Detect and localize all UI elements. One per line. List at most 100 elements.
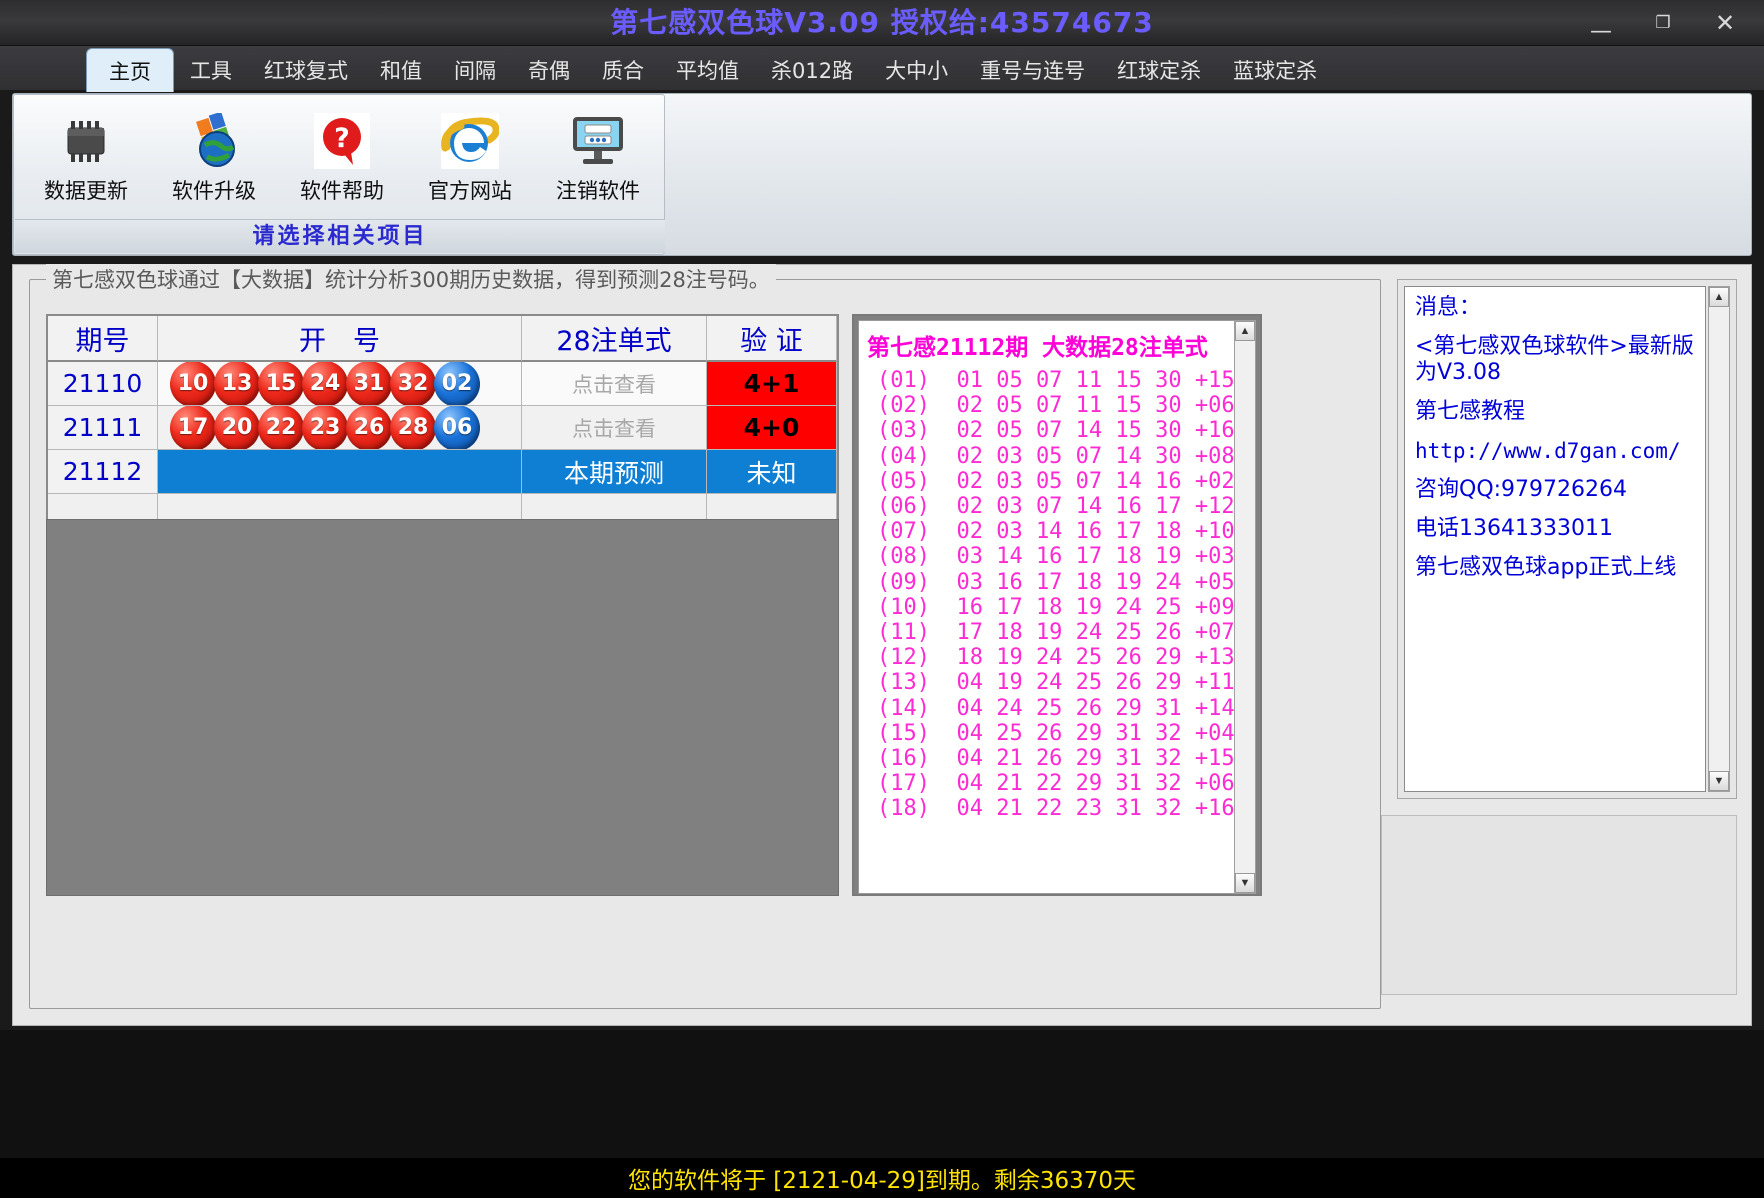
menu-tab-4[interactable]: 间隔 [438,50,512,90]
prediction-line-5: (06) 02 03 07 14 16 17 +12 [859,494,1235,519]
prediction-line-10: (11) 17 18 19 24 25 26 +07 [859,620,1235,645]
message-scrollbar[interactable]: ▲ ▼ [1708,286,1730,792]
menu-tab-5[interactable]: 奇偶 [512,50,586,90]
red-ball: 17 [170,406,216,450]
prediction-line-8: (09) 03 16 17 18 19 24 +05 [859,570,1235,595]
red-ball: 10 [170,362,216,406]
empty-results-area [46,519,839,896]
menu-tab-1[interactable]: 工具 [174,50,248,90]
chip-icon [58,110,114,172]
monitor-logout-icon [569,110,627,172]
window-title: 第七感双色球V3.09 授权给:43574673 [0,0,1764,46]
cell-draw-balls: 10131524313202 [158,362,522,406]
prediction-list-title: 第七感21112期 大数据28注单式 [859,321,1235,368]
header-issue: 期号 [48,316,158,362]
toolbar-item-label: 注销软件 [556,175,640,205]
blue-ball: 06 [434,406,480,450]
table-header-row: 期号 开 号 28注单式 验 证 [48,316,837,362]
close-icon[interactable]: ✕ [1712,9,1738,37]
cell-28-single[interactable]: 点击查看 [522,362,707,406]
scroll-down-icon[interactable]: ▼ [1235,873,1255,893]
message-title: 消息： [1415,295,1697,321]
prediction-line-13: (14) 04 24 25 26 29 31 +14 [859,696,1235,721]
message-lines: <第七感双色球软件>最新版为V3.08第七感教程http://www.d7gan… [1415,334,1697,594]
windows-globe-icon [185,110,243,172]
toolbar-item-label: 数据更新 [44,175,128,205]
cell-28-single[interactable]: 点击查看 [522,406,707,450]
menu-tab-10[interactable]: 重号与连号 [964,50,1101,90]
cell-verify: 4+1 [707,362,837,406]
toolbar-item-0[interactable]: 数据更新 [22,101,150,205]
cell-verify: 未知 [707,450,837,494]
table-row[interactable]: 2111010131524313202 点击查看4+1 [48,362,837,406]
header-draw: 开 号 [158,316,522,362]
client-area: 第七感双色球通过【大数据】统计分析300期历史数据，得到预测28注号码。 期号 … [12,264,1752,1026]
ball-group: 17202223262806 [158,406,478,450]
message-line-3: 咨询QQ:979726264 [1415,477,1697,503]
cell-draw-balls [158,450,522,494]
menu-tab-12[interactable]: 蓝球定杀 [1217,50,1333,90]
prediction-line-1: (02) 02 05 07 11 15 30 +06 [859,393,1235,418]
red-ball: 13 [214,362,260,406]
menu-tab-2[interactable]: 红球复式 [248,50,364,90]
status-bar: 您的软件将于 [2121-04-29]到期。剩余36370天 [0,1158,1764,1198]
menu-tab-9[interactable]: 大中小 [869,50,964,90]
minimize-icon[interactable]: — [1588,19,1614,44]
toolbar-item-1[interactable]: 软件升级 [150,101,278,205]
message-scroll-up-icon[interactable]: ▲ [1709,287,1729,307]
toolbar-item-4[interactable]: 注销软件 [534,101,662,205]
menu-tab-3[interactable]: 和值 [364,50,438,90]
table-row[interactable]: 2111117202223262806点击查看4+0 [48,406,837,450]
menu-bar: 主页工具红球复式和值间隔奇偶质合平均值杀012路大中小重号与连号红球定杀蓝球定杀 [0,46,1764,90]
scroll-up-icon[interactable]: ▲ [1235,321,1255,341]
toolbar-item-label: 软件升级 [172,175,256,205]
prediction-lines: (01) 01 05 07 11 15 30 +15(02) 02 05 07 … [859,368,1235,822]
toolbar-item-3[interactable]: 官方网站 [406,101,534,205]
prediction-line-16: (17) 04 21 22 29 31 32 +06 [859,771,1235,796]
menu-tab-7[interactable]: 平均值 [660,50,755,90]
menu-tab-0[interactable]: 主页 [86,48,174,92]
question-help-icon: ? [314,110,370,172]
prediction-list[interactable]: 第七感21112期 大数据28注单式 (01) 01 05 07 11 15 3… [858,320,1236,894]
message-line-4: 电话13641333011 [1415,516,1697,542]
toolbar-item-label: 官方网站 [428,175,512,205]
prediction-line-7: (08) 03 14 16 17 18 19 +03 [859,544,1235,569]
toolbar-items: 数据更新 软件升级 ? 软件帮助 官方网站 [22,103,662,205]
prediction-line-17: (18) 04 21 22 23 31 32 +16 [859,796,1235,821]
menu-tab-8[interactable]: 杀012路 [755,50,869,90]
prediction-line-3: (04) 02 03 05 07 14 30 +08 [859,444,1235,469]
status-text: 您的软件将于 [2121-04-29]到期。剩余36370天 [628,1161,1136,1195]
menu-tab-11[interactable]: 红球定杀 [1101,50,1217,90]
message-scroll-down-icon[interactable]: ▼ [1709,771,1729,791]
application-window: 第七感双色球V3.09 授权给:43574673 — ❐ ✕ 主页工具红球复式和… [0,0,1764,1198]
menu-tab-6[interactable]: 质合 [586,50,660,90]
cell-issue: 21110 [48,362,158,406]
message-panel: 消息： <第七感双色球软件>最新版为V3.08第七感教程http://www.d… [1397,279,1737,799]
prediction-line-9: (10) 16 17 18 19 24 25 +09 [859,595,1235,620]
red-ball: 28 [390,406,436,450]
table-row[interactable]: 21112本期预测未知 [48,450,837,494]
message-content[interactable]: 消息： <第七感双色球软件>最新版为V3.08第七感教程http://www.d… [1404,286,1706,792]
prediction-line-2: (03) 02 05 07 14 15 30 +16 [859,418,1235,443]
toolbar-item-2[interactable]: ? 软件帮助 [278,101,406,205]
maximize-icon[interactable]: ❐ [1650,13,1676,33]
svg-text:?: ? [334,123,350,154]
message-line-5: 第七感双色球app正式上线 [1415,555,1697,581]
message-line-0: <第七感双色球软件>最新版为V3.08 [1415,334,1697,386]
prediction-list-scrollbar[interactable]: ▲ ▼ [1234,320,1256,894]
prediction-line-14: (15) 04 25 26 29 31 32 +04 [859,721,1235,746]
ball-group: 10131524313202 [158,362,478,406]
right-lower-panel [1381,815,1737,995]
title-bar: 第七感双色球V3.09 授权给:43574673 — ❐ ✕ [0,0,1764,46]
red-ball: 24 [302,362,348,406]
toolbar-item-label: 软件帮助 [300,175,384,205]
cell-28-single[interactable]: 本期预测 [522,450,707,494]
toolbar-group: 数据更新 软件升级 ? 软件帮助 官方网站 [13,94,665,255]
window-controls: — ❐ ✕ [1588,0,1754,46]
red-ball: 20 [214,406,260,450]
cell-draw-balls: 17202223262806 [158,406,522,450]
red-ball: 31 [346,362,392,406]
red-ball: 23 [302,406,348,450]
message-line-2[interactable]: http://www.d7gan.com/ [1415,438,1697,464]
groupbox-title: 第七感双色球通过【大数据】统计分析300期历史数据，得到预测28注号码。 [46,264,776,294]
